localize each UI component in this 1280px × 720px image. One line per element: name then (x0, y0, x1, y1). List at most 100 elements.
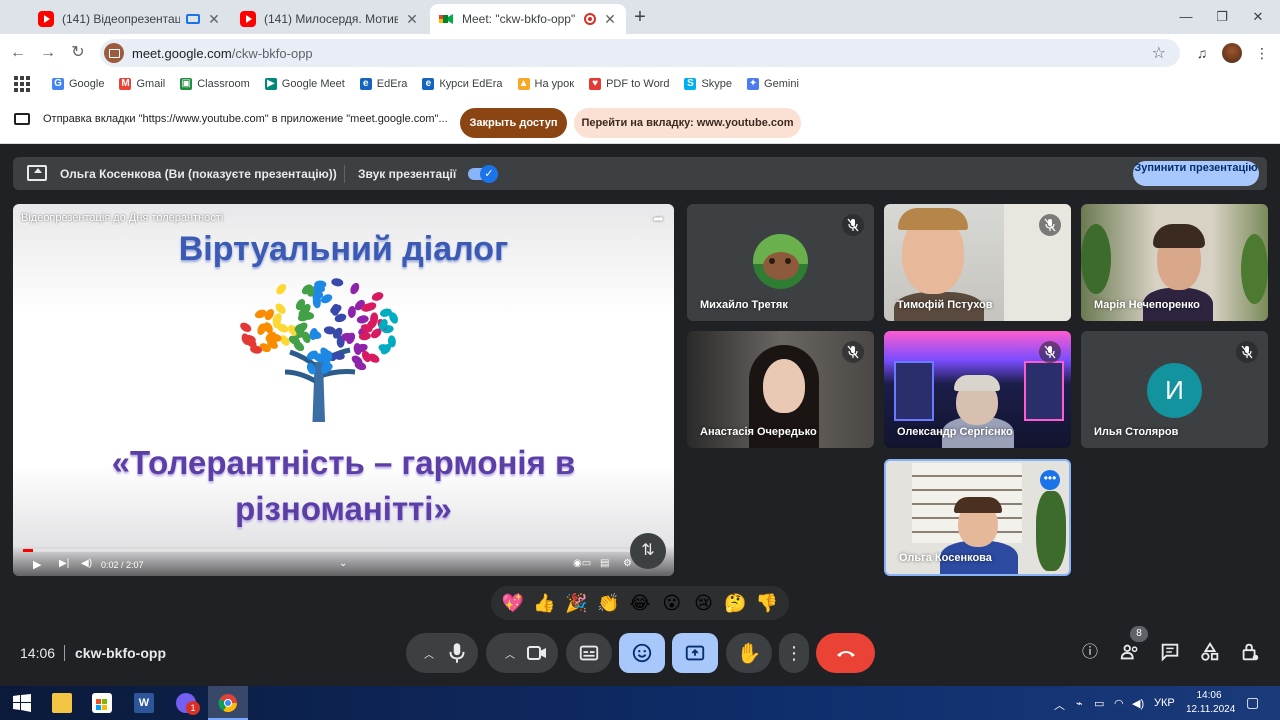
go-to-tab-button[interactable]: Перейти на вкладку: www.youtube.com (574, 108, 801, 138)
volume-icon[interactable]: ◀) (1132, 697, 1144, 710)
meeting-clock: 14:06 (20, 645, 56, 661)
reaction-emoji[interactable]: 😂 (627, 593, 653, 613)
tree-leaf (350, 282, 360, 295)
reaction-emoji[interactable]: 💖 (500, 593, 526, 613)
play-icon[interactable]: ▶ (33, 558, 41, 571)
subtitles-icon[interactable]: ▤ (600, 558, 609, 569)
participant-hair (898, 208, 968, 230)
participant-hair (954, 497, 1002, 513)
reload-button[interactable]: ↻ (66, 41, 90, 65)
more-options-icon[interactable]: ••• (1040, 470, 1060, 490)
system-clock[interactable]: 14:06 12.11.2024 (1186, 689, 1235, 717)
mic-off-icon (1039, 341, 1061, 363)
participant-tile[interactable]: Марія Нечепоренко (1081, 204, 1268, 321)
menu-kebab-icon[interactable]: ⋮ (1252, 43, 1272, 63)
video-time: 0:02 / 2:07 (101, 560, 144, 570)
chevron-up-icon[interactable]: ︿ (495, 646, 525, 661)
keyboard-language[interactable]: УКР (1154, 697, 1175, 709)
bookmark-6[interactable]: ▲ На урок (517, 78, 574, 90)
bookmark-4[interactable]: e EdEra (359, 78, 407, 90)
participant-tile[interactable]: Олександр Сергієнко (884, 331, 1071, 448)
chevron-down-icon[interactable]: ⌄ (339, 558, 347, 569)
stop-sharing-button[interactable]: Закрыть доступ (460, 108, 567, 138)
notifications-icon[interactable]: ▢ (1246, 694, 1259, 711)
more-options-button[interactable]: ⋮ (779, 633, 809, 673)
site-info-icon[interactable] (104, 43, 124, 63)
bookmark-9[interactable]: ✦ Gemini (747, 78, 799, 90)
viber-icon[interactable]: 1 (176, 693, 200, 715)
reaction-emoji[interactable]: 🤔 (722, 593, 748, 613)
reaction-emoji[interactable]: 👏 (595, 593, 621, 613)
windows-start-icon[interactable] (12, 693, 32, 713)
tab-google-meet[interactable]: Meet: "ckw-bkfo-opp" ✕ (430, 4, 626, 34)
address-bar[interactable]: meet.google.com /ckw-bkfo-opp ☆ (100, 39, 1180, 67)
google-icon: G (52, 78, 64, 90)
reaction-emoji[interactable]: 👎 (754, 593, 780, 613)
file-explorer-icon[interactable] (52, 693, 72, 713)
check-icon[interactable]: ✓ (480, 165, 498, 183)
profile-avatar[interactable] (1222, 43, 1242, 63)
mic-icon[interactable] (444, 640, 470, 666)
bookmark-0[interactable]: G Google (52, 78, 104, 90)
tab-youtube-mercy[interactable]: (141) Милосердя. Мотивуючи ✕ (232, 4, 428, 34)
close-icon[interactable]: ✕ (404, 11, 420, 27)
maximize-button[interactable]: ❐ (1210, 6, 1234, 28)
tab-youtube-presentation[interactable]: (141) Відеопрезентація до ✕ (30, 4, 230, 34)
reaction-emoji[interactable]: 😮 (659, 593, 685, 613)
host-controls-icon[interactable] (1238, 641, 1262, 665)
bookmark-1[interactable]: M Gmail (119, 78, 165, 90)
participant-tile[interactable]: И Илья Столяров (1081, 331, 1268, 448)
captions-button[interactable] (566, 633, 612, 673)
usb-icon[interactable]: ⌁ (1076, 697, 1083, 710)
back-button[interactable]: ← (6, 41, 30, 65)
forward-button[interactable]: → (36, 41, 60, 65)
battery-icon[interactable]: ▭ (1094, 697, 1104, 710)
wifi-icon[interactable]: ◠ (1114, 697, 1124, 710)
activities-icon[interactable] (1198, 641, 1222, 665)
tree-leaf (240, 322, 252, 332)
chat-icon[interactable] (1158, 641, 1182, 665)
reaction-emoji[interactable]: 🎉 (563, 593, 589, 613)
close-icon[interactable]: ✕ (206, 11, 222, 27)
reaction-emoji[interactable]: 👍 (532, 593, 558, 613)
apps-grid-icon[interactable] (14, 76, 30, 92)
media-control-icon[interactable]: ♫ (1192, 43, 1212, 63)
participant-tile[interactable]: Анастасія Очередько (687, 331, 874, 448)
participant-tile[interactable]: Тимофій Пстухов (884, 204, 1071, 321)
bookmark-star-icon[interactable]: ☆ (1152, 43, 1166, 63)
share-icon[interactable]: ➦ (653, 211, 664, 227)
next-icon[interactable]: ▶| (59, 558, 69, 569)
meeting-info-icon[interactable]: ⓘ (1078, 641, 1102, 665)
close-icon[interactable]: ✕ (602, 11, 618, 27)
camera-icon[interactable] (525, 641, 549, 665)
stop-presenting-button[interactable]: Зупинити презентацію (1133, 161, 1259, 186)
word-icon[interactable]: W (134, 693, 154, 713)
bookmark-7[interactable]: ♥ PDF to Word (589, 78, 669, 90)
participant-tile[interactable]: Михайло Третяк (687, 204, 874, 321)
autoplay-toggle-icon[interactable]: ◉▭ (573, 558, 591, 569)
reactions-button[interactable] (619, 633, 665, 673)
chevron-up-icon[interactable]: ︿ (414, 646, 444, 661)
close-window-button[interactable]: ✕ (1246, 6, 1270, 28)
bookmark-3[interactable]: ▶ Google Meet (264, 78, 345, 90)
volume-icon[interactable]: ◀) (81, 558, 92, 569)
self-view-tile[interactable]: ••• Ольга Косенкова (884, 459, 1071, 576)
bookmark-8[interactable]: S Skype (684, 78, 732, 90)
reaction-emoji[interactable]: 😢 (690, 593, 716, 613)
settings-gear-icon[interactable]: ⚙ (623, 558, 632, 569)
swap-layout-button[interactable]: ⇅ (630, 533, 666, 569)
presentation-video[interactable]: Відеопрезентація до Дня толерантності ➦ … (13, 204, 674, 576)
people-icon[interactable] (1118, 641, 1142, 665)
new-tab-button[interactable]: + (628, 6, 652, 30)
raise-hand-button[interactable]: ✋ (726, 633, 772, 673)
chrome-taskbar-item[interactable] (208, 686, 248, 720)
minimize-button[interactable]: — (1174, 6, 1198, 28)
bookmark-2[interactable]: ▣ Classroom (180, 78, 250, 90)
chevron-up-icon[interactable]: ︿ (1054, 697, 1065, 713)
leave-call-button[interactable] (816, 633, 875, 673)
bookmark-5[interactable]: e Курси EdEra (422, 78, 503, 90)
present-now-button[interactable] (672, 633, 718, 673)
video-progress-track[interactable] (23, 549, 663, 552)
store-icon[interactable] (92, 693, 112, 713)
tree-leaf (331, 278, 344, 287)
